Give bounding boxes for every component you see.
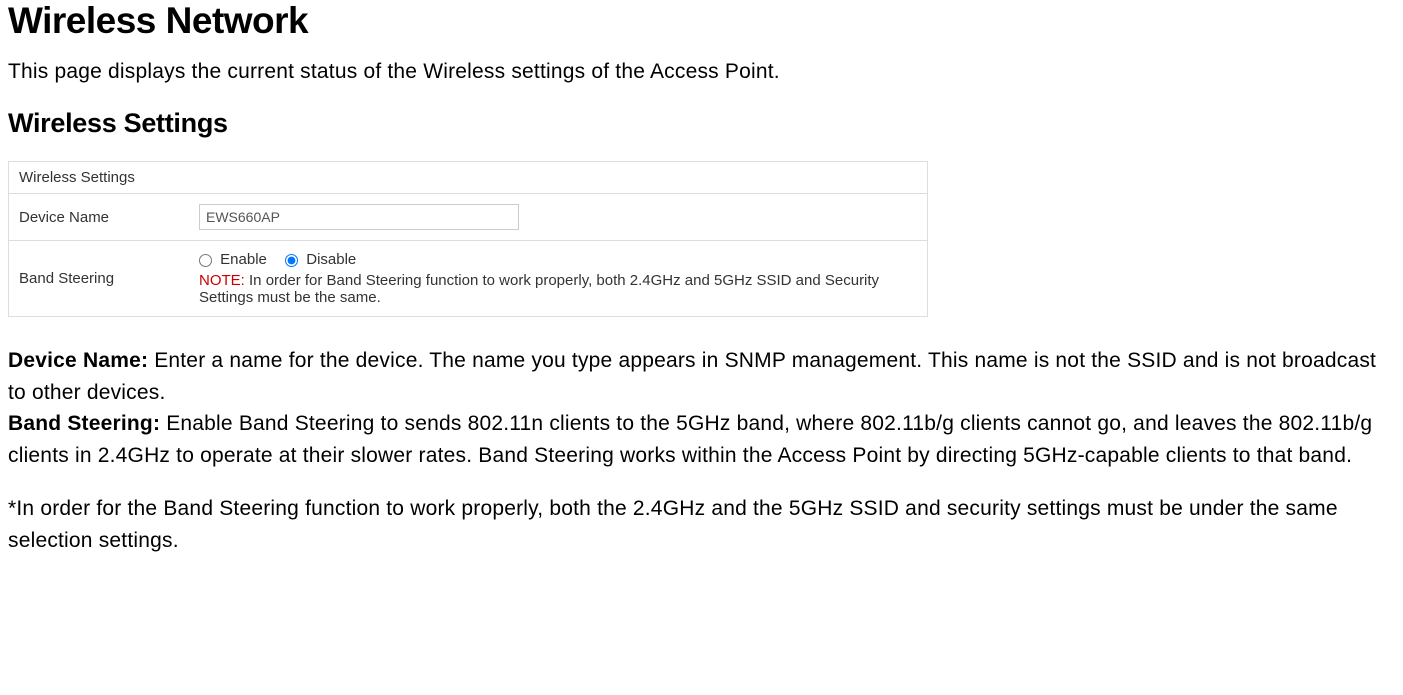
band-steering-note: NOTE: In order for Band Steering functio… <box>199 272 917 306</box>
band-steering-disable-option[interactable]: Disable <box>285 251 356 268</box>
disable-label-text: Disable <box>306 251 356 268</box>
band-steering-enable-radio[interactable] <box>199 254 212 267</box>
device-name-label: Device Name <box>9 194 189 240</box>
band-steering-enable-option[interactable]: Enable <box>199 251 271 268</box>
enable-label-text: Enable <box>220 251 267 268</box>
band-steering-description: Band Steering: Enable Band Steering to s… <box>8 408 1395 471</box>
description-block: Device Name: Enter a name for the device… <box>8 345 1395 471</box>
band-steering-label: Band Steering <box>9 241 189 316</box>
footnote-block: *In order for the Band Steering function… <box>8 493 1395 556</box>
page-intro: This page displays the current status of… <box>8 60 1395 84</box>
band-steering-disable-radio[interactable] <box>285 254 298 267</box>
device-name-description: Device Name: Enter a name for the device… <box>8 345 1395 408</box>
panel-header: Wireless Settings <box>9 162 927 194</box>
note-prefix: NOTE: <box>199 272 245 289</box>
section-title: Wireless Settings <box>8 108 1395 139</box>
band-steering-row: Band Steering Enable Disable NOTE: In or… <box>9 241 927 316</box>
band-steering-desc-label: Band Steering: <box>8 412 160 435</box>
device-name-desc-label: Device Name: <box>8 349 148 372</box>
device-name-input[interactable] <box>199 204 519 230</box>
wireless-settings-panel: Wireless Settings Device Name Band Steer… <box>8 161 928 317</box>
band-steering-desc-text: Enable Band Steering to sends 802.11n cl… <box>8 412 1372 467</box>
device-name-row: Device Name <box>9 194 927 241</box>
note-text: In order for Band Steering function to w… <box>199 272 879 306</box>
page-title: Wireless Network <box>8 0 1395 42</box>
footnote-text: *In order for the Band Steering function… <box>8 493 1395 556</box>
device-name-desc-text: Enter a name for the device. The name yo… <box>8 349 1376 404</box>
